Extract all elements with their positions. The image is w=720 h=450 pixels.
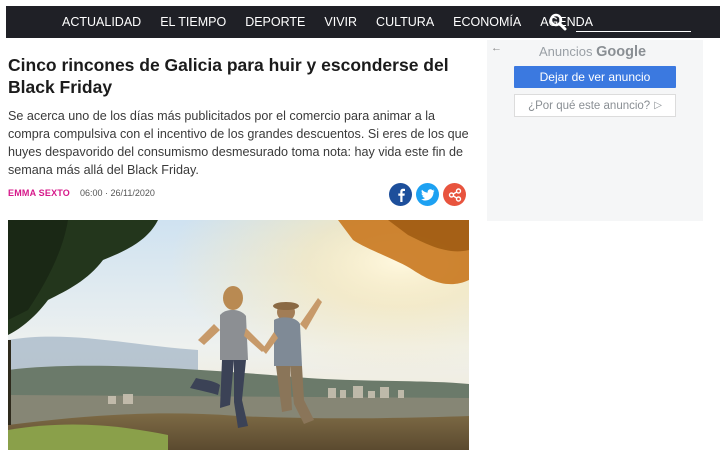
back-arrow-icon[interactable]: ← — [491, 42, 502, 54]
why-this-ad-button[interactable]: ¿Por qué este anuncio? ▷ — [514, 94, 676, 117]
why-this-ad-label: ¿Por qué este anuncio? — [528, 99, 651, 112]
search-icon[interactable] — [549, 13, 567, 31]
social-share-buttons — [389, 183, 470, 206]
facebook-share-button[interactable] — [389, 183, 412, 206]
top-navigation-bar: ACTUALIDAD EL TIEMPO DEPORTE VIVIR CULTU… — [6, 6, 720, 38]
nav-item-el-tiempo[interactable]: EL TIEMPO — [160, 15, 226, 29]
ad-label: Anuncios Google — [539, 44, 646, 60]
share-button[interactable] — [443, 183, 466, 206]
article-photo[interactable] — [8, 220, 469, 450]
twitter-icon — [420, 188, 434, 200]
author-name[interactable]: EMMA SEXTO — [8, 188, 70, 198]
adchoices-icon: ▷ — [654, 100, 662, 111]
main-nav: ACTUALIDAD EL TIEMPO DEPORTE VIVIR CULTU… — [62, 6, 612, 38]
nav-item-actualidad[interactable]: ACTUALIDAD — [62, 15, 141, 29]
publish-date: 06:00 · 26/11/2020 — [80, 188, 155, 198]
stop-seeing-ad-button[interactable]: Dejar de ver anuncio — [514, 66, 676, 88]
nav-item-cultura[interactable]: CULTURA — [376, 15, 434, 29]
ad-panel: ← Anuncios Google Dejar de ver anuncio ¿… — [487, 40, 703, 221]
search-input[interactable] — [576, 31, 691, 32]
nav-item-vivir[interactable]: VIVIR — [324, 15, 357, 29]
article-header: Cinco rincones de Galicia para huir y es… — [8, 50, 471, 179]
facebook-icon — [397, 188, 405, 202]
ad-label-brand: Google — [596, 44, 647, 60]
ad-label-prefix: Anuncios — [539, 44, 593, 59]
nav-item-deporte[interactable]: DEPORTE — [245, 15, 305, 29]
article-lede: Se acerca uno de los días más publicitad… — [8, 109, 469, 177]
article-meta: EMMA SEXTO 06:00 · 26/11/2020 — [8, 188, 155, 198]
nav-item-economia[interactable]: ECONOMÍA — [453, 15, 521, 29]
article-headline[interactable]: Cinco rincones de Galicia para huir y es… — [8, 54, 471, 98]
twitter-share-button[interactable] — [416, 183, 439, 206]
share-icon — [448, 187, 461, 202]
